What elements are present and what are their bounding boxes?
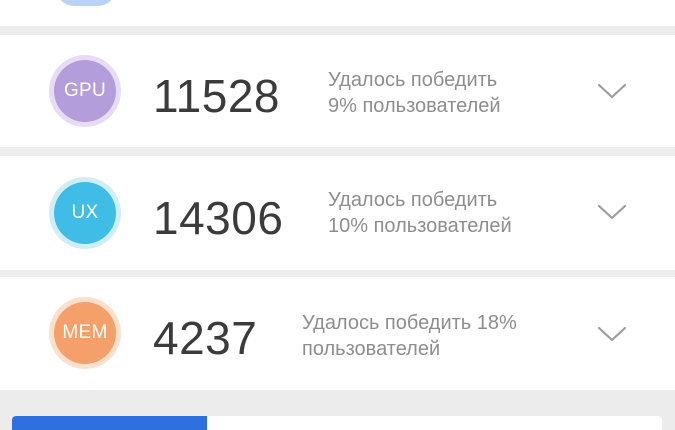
chevron-down-icon[interactable] <box>596 324 628 344</box>
previous-badge <box>56 0 116 6</box>
score-row-mem[interactable]: MEM 4237 Удалось победить 18% пользовате… <box>0 277 675 390</box>
ux-badge: UX <box>54 182 116 244</box>
bottom-card <box>12 416 662 430</box>
mem-description-line2: пользователей <box>302 338 441 360</box>
ux-description: Удалось победить 10% пользователей <box>328 187 558 239</box>
gpu-description-line2: 9% пользователей <box>328 95 501 117</box>
gpu-description-line1: Удалось победить <box>328 69 498 91</box>
mem-description: Удалось победить 18% пользователей <box>302 310 562 362</box>
progress-bar <box>12 416 207 430</box>
gpu-description: Удалось победить 9% пользователей <box>328 67 558 119</box>
mem-score: 4237 <box>153 312 258 364</box>
ux-badge-ring: UX <box>49 177 121 249</box>
mem-badge-ring: MEM <box>49 297 121 369</box>
ux-description-line2: 10% пользователей <box>328 215 512 237</box>
mem-description-line1: Удалось победить 18% <box>302 312 517 334</box>
ux-description-line1: Удалось победить <box>328 189 498 211</box>
chevron-down-icon[interactable] <box>596 202 628 222</box>
benchmark-results: GPU 11528 Удалось победить 9% пользовате… <box>0 0 675 430</box>
score-row-gpu[interactable]: GPU 11528 Удалось победить 9% пользовате… <box>0 35 675 147</box>
gpu-badge-ring: GPU <box>49 55 121 127</box>
mem-badge: MEM <box>54 302 116 364</box>
chevron-down-icon[interactable] <box>596 81 628 101</box>
gpu-score: 11528 <box>153 70 281 122</box>
gpu-badge: GPU <box>54 60 116 122</box>
previous-score-card <box>0 0 675 26</box>
ux-score: 14306 <box>153 192 284 244</box>
score-row-ux[interactable]: UX 14306 Удалось победить 10% пользовате… <box>0 156 675 270</box>
